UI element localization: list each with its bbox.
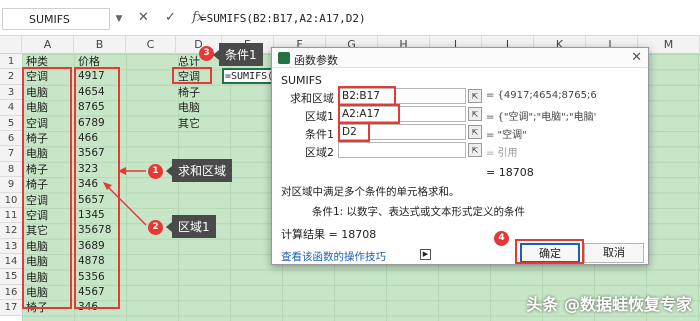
row-header[interactable]: 8	[0, 161, 22, 178]
column-header-a[interactable]: A	[22, 36, 74, 54]
help-link[interactable]: 查看该函数的操作技巧	[281, 249, 386, 264]
arg-result-sum-range: = {4917;4654;8765;6789;466;35...	[486, 90, 596, 101]
row-header[interactable]: 2	[0, 69, 22, 85]
column-header-c[interactable]: C	[126, 36, 176, 54]
arrow-icon	[103, 167, 147, 226]
row-header[interactable]: 16	[0, 284, 22, 301]
row-header[interactable]: 1	[0, 54, 22, 70]
row-header[interactable]: 14	[0, 254, 22, 270]
close-icon[interactable]: ✕	[138, 10, 149, 25]
play-icon[interactable]: ▶	[420, 249, 431, 260]
arg-highlight-criteria1	[338, 122, 370, 142]
callout-label-1: 求和区域	[165, 159, 233, 182]
summary-item[interactable]: 椅子	[178, 85, 200, 100]
check-icon[interactable]: ✓	[165, 10, 176, 25]
cancel-button[interactable]: 取消	[584, 243, 644, 263]
column-header-b[interactable]: B	[74, 36, 126, 54]
row-header[interactable]: 9	[0, 177, 22, 193]
arg-result-range2: = 引用	[486, 148, 518, 159]
callout-badge-3: 3	[199, 46, 214, 61]
row-header[interactable]: 13	[0, 238, 22, 255]
arg-label-criteria1: 条件1	[305, 128, 334, 141]
range-select-icon[interactable]: ⇱	[468, 143, 482, 157]
callout-label-3: 条件1	[213, 43, 263, 66]
excel-logo-icon	[278, 52, 290, 64]
row-headers: 1 2 3 4 5 6 7 8 9 10 11 12 13 14 15 16 1…	[0, 54, 22, 316]
summary-item[interactable]: 其它	[178, 116, 200, 131]
arg-label-range1: 区域1	[305, 110, 334, 123]
row-header[interactable]: 7	[0, 146, 22, 162]
arg-description: 条件1: 以数字、表达式或文本形式定义的条件	[312, 206, 526, 218]
row-header[interactable]: 17	[0, 300, 22, 316]
chevron-down-icon[interactable]: ▼	[112, 8, 126, 30]
arg-result-range1: = {"空调";"电脑";"电脑";"空调";"...	[486, 112, 596, 123]
ok-button-highlight	[515, 239, 584, 264]
row-header[interactable]: 6	[0, 130, 22, 147]
criteria-highlight-d2	[172, 67, 212, 84]
row-header[interactable]: 10	[0, 192, 22, 208]
function-description: 对区域中满足多个条件的单元格求和。	[281, 186, 460, 198]
row-header[interactable]: 11	[0, 207, 22, 224]
total-result: = 18708	[486, 166, 534, 179]
watermark: 头条 @数据蛙恢复专家	[526, 295, 692, 314]
row-header[interactable]: 4	[0, 100, 22, 116]
corner-select-all[interactable]	[0, 36, 22, 54]
function-arguments-dialog: 函数参数 ✕ SUMIFS 求和区域 B2:B17 ⇱ = {4917;4654…	[271, 47, 649, 265]
row-header[interactable]: 12	[0, 223, 22, 239]
arg-result-criteria1: = "空调"	[486, 130, 527, 141]
callout-label-2: 区域1	[166, 215, 216, 238]
arg-label-range2: 区域2	[305, 146, 334, 159]
calc-result: 计算结果 = 18708	[281, 228, 377, 241]
callout-badge-4: 4	[494, 231, 509, 246]
arg-label-sum-range: 求和区域	[290, 92, 334, 105]
range-highlight-a	[22, 67, 72, 309]
range-select-icon[interactable]: ⇱	[468, 107, 482, 121]
dialog-title-bar[interactable]: 函数参数 ✕	[272, 48, 648, 68]
range-select-icon[interactable]: ⇱	[468, 89, 482, 103]
arg-highlight-range1	[338, 104, 400, 124]
row-header[interactable]: 15	[0, 269, 22, 285]
arg-highlight-sum-range	[338, 86, 396, 106]
name-box[interactable]: SUMIFS	[2, 8, 110, 30]
summary-item[interactable]: 电脑	[178, 100, 200, 115]
close-icon[interactable]: ✕	[631, 50, 642, 65]
row-header[interactable]: 3	[0, 84, 22, 101]
formula-input[interactable]: =SUMIFS(B2:B17,A2:A17,D2)	[200, 12, 366, 25]
function-name: SUMIFS	[281, 74, 322, 87]
formula-bar: SUMIFS ▼ ✕ ✓ fx =SUMIFS(B2:B17,A2:A17,D2…	[0, 0, 700, 36]
active-cell[interactable]: =SUMIFS(B	[222, 68, 279, 84]
dialog-title: 函数参数	[294, 54, 338, 67]
row-header[interactable]: 5	[0, 115, 22, 131]
arg-input-range2[interactable]	[338, 142, 466, 158]
range-select-icon[interactable]: ⇱	[468, 125, 482, 139]
